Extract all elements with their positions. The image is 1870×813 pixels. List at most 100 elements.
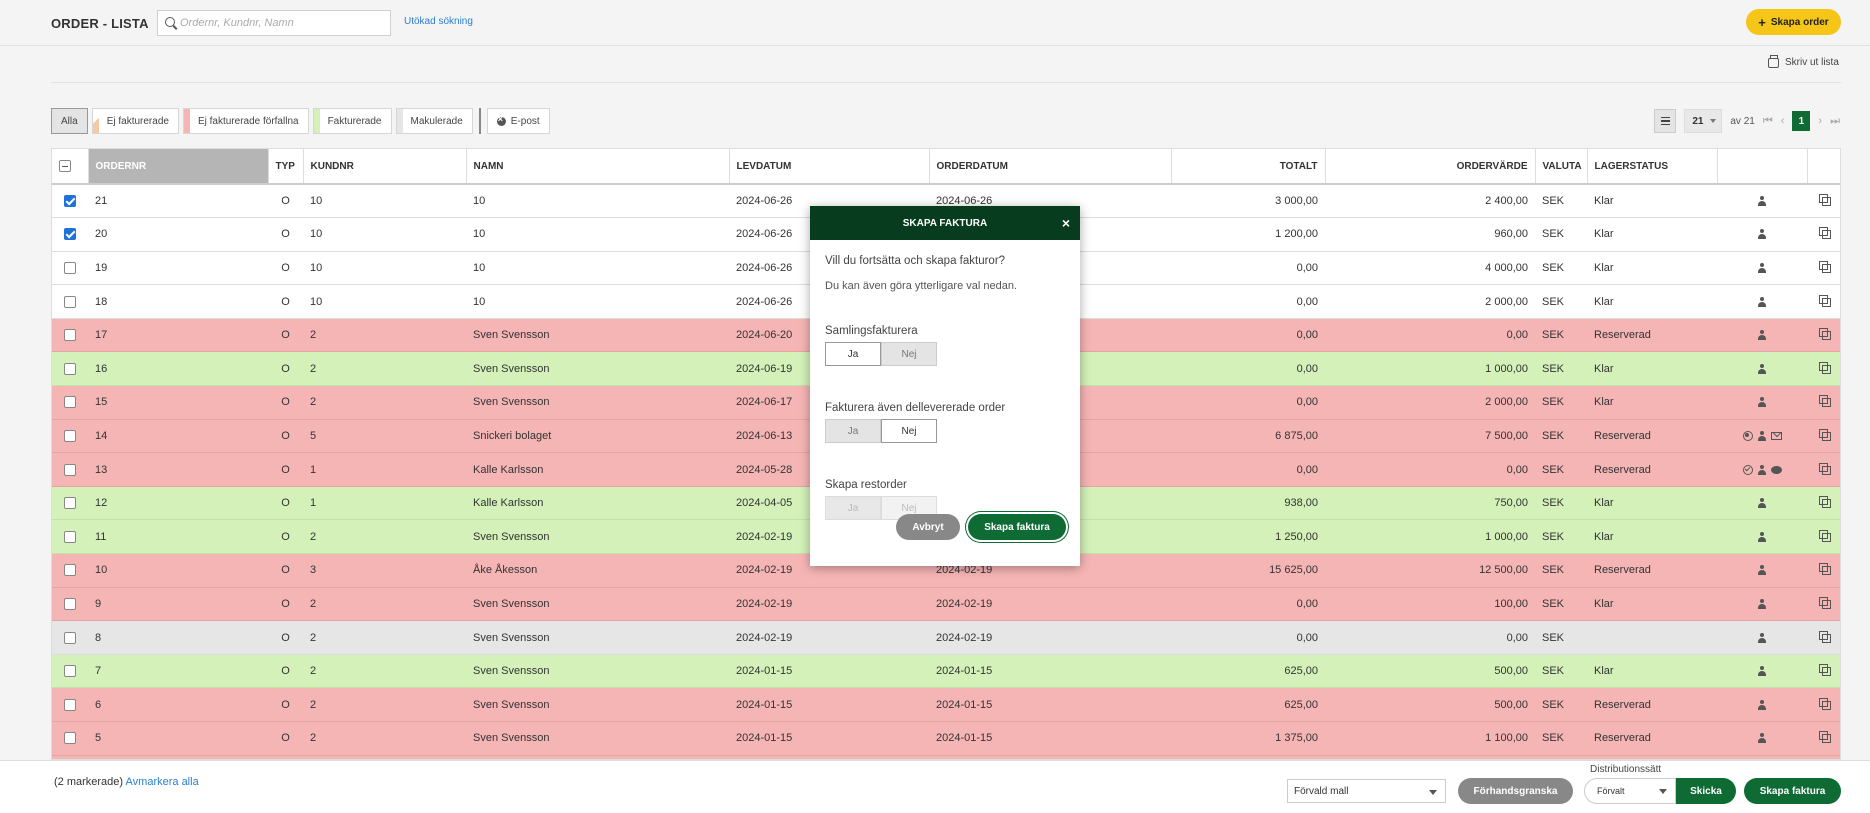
- filter-invoiced[interactable]: Fakturerade: [312, 108, 392, 134]
- copy-icon[interactable]: [1819, 462, 1831, 475]
- print-list-link[interactable]: Skriv ut lista: [1768, 54, 1839, 68]
- toggle-yes[interactable]: Ja: [825, 342, 881, 366]
- row-checkbox[interactable]: [64, 329, 76, 342]
- copy-icon[interactable]: [1819, 428, 1831, 441]
- person-icon[interactable]: [1757, 229, 1767, 240]
- copy-icon[interactable]: [1819, 496, 1831, 509]
- prev-page-icon[interactable]: ‹: [1781, 115, 1785, 127]
- check-circle-icon[interactable]: [1742, 464, 1753, 475]
- table-row[interactable]: 5 O 2 Sven Svensson 2024-01-15 2024-01-15 1 37…: [52, 721, 1840, 756]
- col-kundnr[interactable]: KUNDNR: [303, 149, 467, 185]
- last-page-icon[interactable]: ⏭: [1830, 115, 1840, 128]
- search-input[interactable]: [180, 14, 385, 32]
- person-icon[interactable]: [1757, 296, 1767, 307]
- table-row[interactable]: 6 O 2 Sven Svensson 2024-01-15 2024-01-15 625,…: [52, 687, 1840, 722]
- distribution-select[interactable]: Förvalt: [1584, 778, 1676, 804]
- copy-icon[interactable]: [1819, 630, 1831, 643]
- table-row[interactable]: 7 O 2 Sven Svensson 2024-01-15 2024-01-15 625,…: [52, 654, 1840, 689]
- col-ordervarde[interactable]: ORDERVÄRDE: [1325, 149, 1536, 185]
- filter-voided[interactable]: Makulerade: [395, 108, 473, 134]
- row-checkbox[interactable]: [64, 564, 76, 577]
- row-checkbox[interactable]: [64, 665, 76, 678]
- copy-icon[interactable]: [1819, 260, 1831, 273]
- copy-icon[interactable]: [1819, 361, 1831, 374]
- row-checkbox[interactable]: [64, 228, 76, 241]
- row-checkbox[interactable]: [64, 295, 76, 308]
- copy-icon[interactable]: [1819, 294, 1831, 307]
- close-icon[interactable]: ×: [1062, 216, 1070, 230]
- first-page-icon[interactable]: ⏮: [1763, 115, 1773, 128]
- row-checkbox[interactable]: [64, 698, 76, 711]
- chat-icon[interactable]: [1770, 465, 1782, 474]
- person-icon[interactable]: [1757, 330, 1767, 341]
- template-select[interactable]: Förvald mall: [1287, 779, 1446, 803]
- filter-not-invoiced-overdue[interactable]: Ej fakturerade förfallna: [182, 108, 309, 134]
- copy-icon[interactable]: [1819, 529, 1831, 542]
- person-icon[interactable]: [1757, 363, 1767, 374]
- copy-icon[interactable]: [1819, 664, 1831, 677]
- copy-icon[interactable]: [1819, 194, 1831, 207]
- filter-not-invoiced[interactable]: Ej fakturerade: [91, 108, 179, 134]
- copy-icon[interactable]: [1819, 596, 1831, 609]
- table-row[interactable]: 8 O 2 Sven Svensson 2024-02-19 2024-02-19 0,00…: [52, 620, 1840, 655]
- copy-icon[interactable]: [1819, 328, 1831, 341]
- person-icon[interactable]: [1757, 531, 1767, 542]
- person-icon[interactable]: [1757, 733, 1767, 744]
- filter-email[interactable]: E-post: [486, 108, 550, 134]
- search-box[interactable]: [157, 10, 391, 36]
- filter-all[interactable]: Alla: [51, 108, 88, 134]
- person-icon[interactable]: [1757, 464, 1767, 475]
- advanced-search-link[interactable]: Utökad sökning: [404, 16, 473, 27]
- row-checkbox[interactable]: [64, 631, 76, 644]
- col-namn[interactable]: NAMN: [466, 149, 730, 185]
- col-valuta[interactable]: VALUTA: [1535, 149, 1588, 185]
- select-all-checkbox[interactable]: [59, 160, 71, 172]
- row-checkbox[interactable]: [64, 362, 76, 375]
- current-page[interactable]: 1: [1792, 111, 1811, 131]
- col-orderdatum[interactable]: ORDERDATUM: [929, 149, 1172, 185]
- row-checkbox[interactable]: [64, 597, 76, 610]
- copy-icon[interactable]: [1819, 731, 1831, 744]
- person-icon[interactable]: [1757, 498, 1767, 509]
- person-icon[interactable]: [1757, 699, 1767, 710]
- row-checkbox[interactable]: [64, 262, 76, 275]
- row-checkbox[interactable]: [64, 732, 76, 745]
- col-ordernr[interactable]: ORDERNR: [88, 149, 269, 185]
- row-checkbox[interactable]: [64, 463, 76, 476]
- toggle-yes[interactable]: Ja: [825, 419, 881, 443]
- deselect-all-link[interactable]: Avmarkera alla: [126, 776, 199, 788]
- preview-button[interactable]: Förhandsgranska: [1458, 778, 1573, 804]
- row-checkbox[interactable]: [64, 195, 76, 208]
- row-checkbox[interactable]: [64, 430, 76, 442]
- select-all-header[interactable]: [52, 149, 89, 185]
- person-icon[interactable]: [1757, 632, 1767, 643]
- row-checkbox[interactable]: [64, 497, 76, 510]
- person-icon[interactable]: [1757, 397, 1767, 408]
- next-page-icon[interactable]: ›: [1818, 115, 1822, 127]
- toggle-no[interactable]: Nej: [881, 419, 937, 443]
- copy-icon[interactable]: [1819, 395, 1831, 408]
- copy-icon[interactable]: [1819, 697, 1831, 710]
- confirm-create-invoice-button[interactable]: Skapa faktura: [968, 514, 1066, 540]
- remove-circle-icon[interactable]: [1742, 430, 1753, 441]
- per-page-select[interactable]: 21: [1684, 109, 1723, 133]
- copy-icon[interactable]: [1819, 227, 1831, 240]
- column-menu-button[interactable]: [1654, 109, 1677, 133]
- person-icon[interactable]: [1757, 598, 1767, 609]
- person-icon[interactable]: [1757, 196, 1767, 207]
- table-row[interactable]: 9 O 2 Sven Svensson 2024-02-19 2024-02-19 0,00…: [52, 587, 1840, 622]
- col-typ[interactable]: TYP: [268, 149, 304, 185]
- col-levdatum[interactable]: LEVDATUM: [729, 149, 930, 185]
- cancel-button[interactable]: Avbryt: [896, 514, 960, 540]
- toggle-no[interactable]: Nej: [881, 342, 937, 366]
- person-icon[interactable]: [1757, 430, 1767, 441]
- person-icon[interactable]: [1757, 262, 1767, 273]
- mail-icon[interactable]: [1770, 431, 1782, 440]
- create-order-button[interactable]: + Skapa order: [1746, 9, 1841, 35]
- person-icon[interactable]: [1757, 666, 1767, 677]
- row-checkbox[interactable]: [64, 396, 76, 409]
- create-invoice-button[interactable]: Skapa faktura: [1744, 778, 1841, 804]
- col-lagerstatus[interactable]: LAGERSTATUS: [1587, 149, 1718, 185]
- person-icon[interactable]: [1757, 565, 1767, 576]
- send-button[interactable]: Skicka: [1676, 778, 1736, 804]
